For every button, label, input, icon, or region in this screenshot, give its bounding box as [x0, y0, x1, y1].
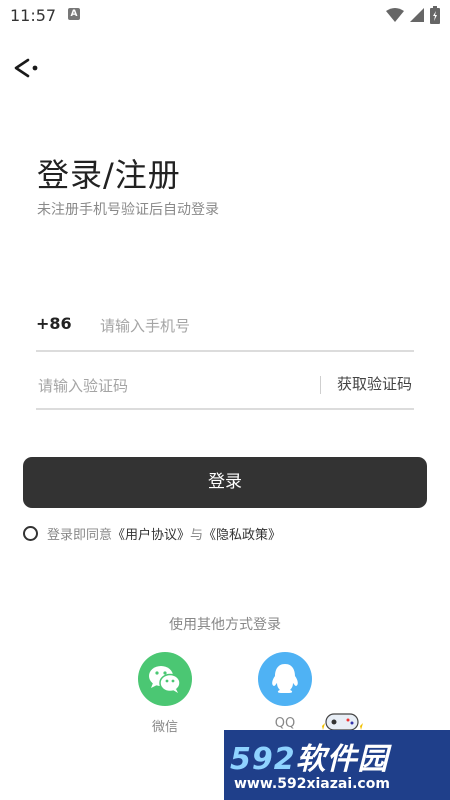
agreement-connector: 与	[190, 527, 204, 543]
other-login-title: 使用其他方式登录	[169, 617, 281, 633]
status-icons	[386, 6, 440, 24]
status-bar: 11:57 A	[0, 0, 450, 32]
phone-input[interactable]	[98, 312, 402, 340]
qq-login-button[interactable]	[258, 652, 312, 706]
watermark-url: www.592xiazai.com	[234, 776, 390, 792]
back-button[interactable]	[10, 54, 42, 82]
wechat-icon	[149, 666, 181, 693]
battery-icon	[430, 6, 440, 24]
user-agreement-link[interactable]: 《用户协议》	[112, 524, 190, 543]
watermark-brand-num: 592	[230, 742, 296, 777]
verification-field-row: 获取验证码	[36, 364, 414, 410]
wechat-login-button[interactable]	[138, 652, 192, 706]
get-code-button[interactable]: 获取验证码	[337, 373, 412, 394]
wechat-label: 微信	[151, 720, 178, 735]
agreement-checkbox[interactable]	[23, 525, 38, 541]
country-code[interactable]: +86	[36, 314, 72, 333]
page-title: 登录/注册	[37, 156, 181, 194]
privacy-policy-link[interactable]: 《隐私政策》	[203, 524, 281, 543]
qq-label: QQ	[274, 716, 296, 731]
phone-field-row: +86	[36, 304, 414, 352]
agreement-row: 登录即同意 《用户协议》 与 《隐私政策》	[23, 522, 281, 544]
login-button[interactable]: 登录	[23, 457, 427, 508]
back-arrow-icon	[14, 58, 38, 78]
watermark: 592软件园 www.592xiazai.com	[224, 730, 450, 800]
page-subtitle: 未注册手机号验证后自动登录	[37, 202, 219, 218]
watermark-brand-text: 软件园	[295, 742, 389, 777]
field-divider	[320, 376, 321, 394]
verification-code-input[interactable]	[36, 372, 310, 400]
signal-icon	[410, 8, 424, 22]
wifi-icon	[386, 8, 404, 22]
qq-icon	[272, 664, 298, 693]
watermark-brand: 592软件园	[230, 734, 389, 778]
notification-icon: A	[68, 8, 80, 20]
agreement-prefix: 登录即同意	[47, 527, 113, 543]
status-time: 11:57	[10, 6, 57, 25]
